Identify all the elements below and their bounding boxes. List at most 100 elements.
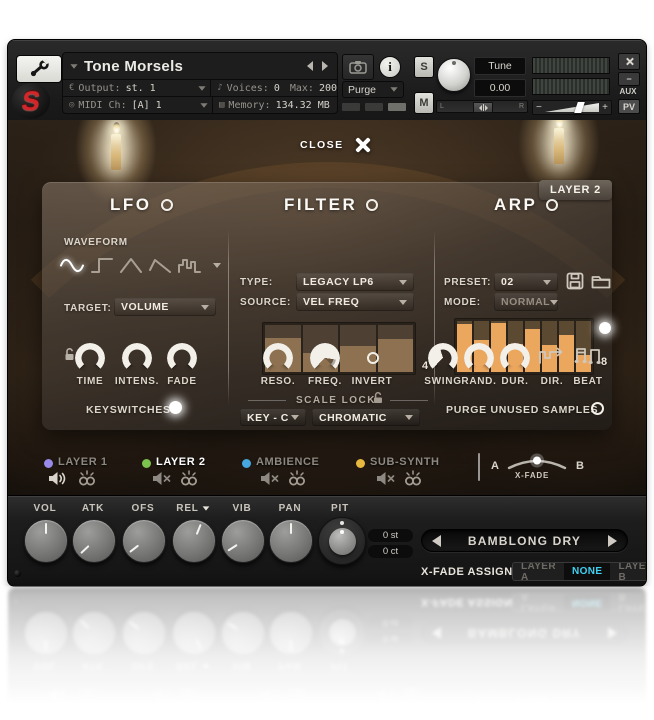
pitch-cents-field[interactable]: 0 ct bbox=[368, 545, 413, 558]
max-value: 200 bbox=[319, 83, 337, 94]
arp-velocity-toggle[interactable] bbox=[599, 322, 611, 334]
aux-button[interactable]: AUX bbox=[616, 87, 640, 96]
filter-power-toggle[interactable] bbox=[366, 199, 378, 211]
ofs-knob-label: OFS bbox=[121, 503, 165, 514]
wrench-button[interactable] bbox=[16, 55, 62, 83]
pv-button[interactable]: PV bbox=[618, 99, 640, 114]
close-x-icon bbox=[354, 136, 372, 154]
waveform-random-icon[interactable] bbox=[178, 257, 202, 274]
volume-slider[interactable]: − + bbox=[532, 100, 612, 115]
arp-random-knob[interactable] bbox=[464, 343, 494, 373]
pit-knob[interactable] bbox=[318, 517, 366, 565]
ambience-link-icon[interactable] bbox=[286, 470, 308, 487]
key-dropdown[interactable]: KEY - C bbox=[240, 409, 306, 426]
pan-right-label: R bbox=[519, 103, 524, 110]
arp-beat-icon[interactable] bbox=[573, 345, 603, 367]
filter-type-dropdown[interactable]: LEGACY LP6 bbox=[296, 273, 414, 291]
memory-label: Memory: bbox=[228, 100, 270, 111]
volume-plus[interactable]: + bbox=[602, 102, 608, 113]
lfo-intensity-knob[interactable] bbox=[122, 343, 152, 373]
articulation-prev-icon[interactable] bbox=[432, 535, 441, 547]
camera-icon bbox=[349, 60, 367, 74]
tune-knob[interactable] bbox=[437, 58, 471, 92]
layer2-link-icon[interactable] bbox=[178, 470, 200, 487]
midi-select[interactable]: ◎ MIDI Ch: [A] 1 bbox=[63, 97, 213, 113]
memory-readout: ▤ Memory: 134.32 MB bbox=[213, 100, 337, 111]
window-close-button[interactable] bbox=[618, 53, 640, 70]
pan-knob-label: PAN bbox=[268, 503, 312, 514]
next-instrument-icon[interactable] bbox=[322, 61, 328, 71]
layer1-tab[interactable]: LAYER 1 bbox=[58, 456, 108, 468]
lfo-lock-icon[interactable] bbox=[64, 348, 75, 361]
filter-invert-toggle[interactable] bbox=[367, 352, 379, 364]
rel-curve-caret[interactable] bbox=[202, 506, 209, 510]
pan-slider[interactable]: L R bbox=[436, 100, 528, 113]
purge-unused-toggle[interactable] bbox=[591, 402, 604, 415]
solo-button[interactable]: S bbox=[414, 56, 434, 78]
pitch-semitones-field[interactable]: 0 st bbox=[368, 529, 413, 542]
arp-preset-dropdown[interactable]: 02 bbox=[494, 273, 558, 291]
layer1-speaker-on-icon[interactable] bbox=[48, 471, 68, 486]
window-minimize-button[interactable]: − bbox=[618, 72, 640, 86]
ambience-tab[interactable]: AMBIENCE bbox=[256, 456, 319, 468]
xfade-slider[interactable] bbox=[506, 452, 568, 472]
waveform-caret[interactable] bbox=[213, 263, 221, 268]
ambience-speaker-mute-icon[interactable] bbox=[260, 471, 280, 486]
snapshot-camera-button[interactable] bbox=[342, 54, 374, 80]
tune-value-box[interactable]: 0.00 bbox=[474, 79, 526, 97]
pan-handle[interactable] bbox=[473, 102, 493, 113]
arp-swing-knob[interactable] bbox=[428, 343, 458, 373]
instrument-dropdown-caret[interactable] bbox=[70, 64, 77, 69]
waveform-triangle-icon[interactable] bbox=[120, 257, 142, 274]
arp-direction-icon[interactable] bbox=[538, 345, 564, 367]
atk-knob[interactable] bbox=[72, 519, 116, 563]
max-label: Max: bbox=[290, 83, 314, 94]
ofs-knob[interactable] bbox=[122, 519, 166, 563]
subsynth-link-icon[interactable] bbox=[402, 470, 424, 487]
volume-minus[interactable]: − bbox=[536, 102, 542, 113]
subsynth-speaker-mute-icon[interactable] bbox=[376, 471, 396, 486]
rel-knob[interactable] bbox=[172, 519, 216, 563]
layer1-link-icon[interactable] bbox=[76, 470, 98, 487]
articulation-next-icon[interactable] bbox=[608, 535, 617, 547]
instrument-title[interactable]: Tone Morsels bbox=[84, 58, 183, 75]
corner-led bbox=[14, 570, 21, 577]
arp-mode-dropdown[interactable]: NORMAL bbox=[494, 293, 558, 311]
subsynth-dot bbox=[356, 459, 365, 468]
articulation-selector[interactable]: BAMBLONG DRY bbox=[421, 529, 628, 552]
save-preset-icon[interactable] bbox=[566, 272, 584, 290]
window-close-icon bbox=[625, 57, 634, 66]
waveform-sine-icon[interactable] bbox=[60, 257, 84, 274]
xfade-option-layer-b[interactable]: LAYER B bbox=[610, 563, 646, 580]
lfo-power-toggle[interactable] bbox=[161, 199, 173, 211]
purge-menu[interactable]: Purge bbox=[342, 81, 404, 98]
filter-resonance-knob[interactable] bbox=[263, 343, 293, 373]
scale-lock-icon[interactable] bbox=[373, 392, 383, 404]
layer2-speaker-mute-icon[interactable] bbox=[152, 471, 172, 486]
lfo-fade-knob[interactable] bbox=[167, 343, 197, 373]
vol-knob[interactable] bbox=[24, 519, 68, 563]
output-select[interactable]: € Output: st. 1 bbox=[63, 80, 211, 96]
waveform-square-icon[interactable] bbox=[91, 257, 113, 274]
lfo-time-knob[interactable] bbox=[75, 343, 105, 373]
load-preset-folder-icon[interactable] bbox=[591, 273, 611, 289]
prev-instrument-icon[interactable] bbox=[307, 61, 313, 71]
mute-button[interactable]: M bbox=[414, 92, 434, 114]
scale-dropdown[interactable]: CHROMATIC bbox=[312, 409, 420, 426]
vib-knob[interactable] bbox=[221, 519, 265, 563]
xfade-option-layer-a[interactable]: LAYER A bbox=[513, 563, 564, 580]
close-editor-button[interactable]: CLOSE bbox=[300, 136, 372, 154]
arp-duration-knob[interactable] bbox=[500, 343, 530, 373]
subsynth-tab[interactable]: SUB-SYNTH bbox=[370, 456, 440, 468]
filter-frequency-knob[interactable] bbox=[310, 343, 340, 373]
target-dropdown[interactable]: VOLUME bbox=[114, 298, 216, 316]
waveform-ramp-icon[interactable] bbox=[149, 257, 171, 274]
keyswitches-toggle[interactable] bbox=[169, 401, 182, 414]
filter-source-dropdown[interactable]: VEL FREQ bbox=[296, 293, 414, 311]
close-label: CLOSE bbox=[300, 139, 344, 151]
xfade-option-none[interactable]: NONE bbox=[564, 563, 611, 580]
pan-knob[interactable] bbox=[269, 519, 313, 563]
layer2-tab[interactable]: LAYER 2 bbox=[156, 456, 206, 468]
info-button[interactable]: i bbox=[379, 56, 401, 78]
arp-power-toggle[interactable] bbox=[546, 199, 558, 211]
